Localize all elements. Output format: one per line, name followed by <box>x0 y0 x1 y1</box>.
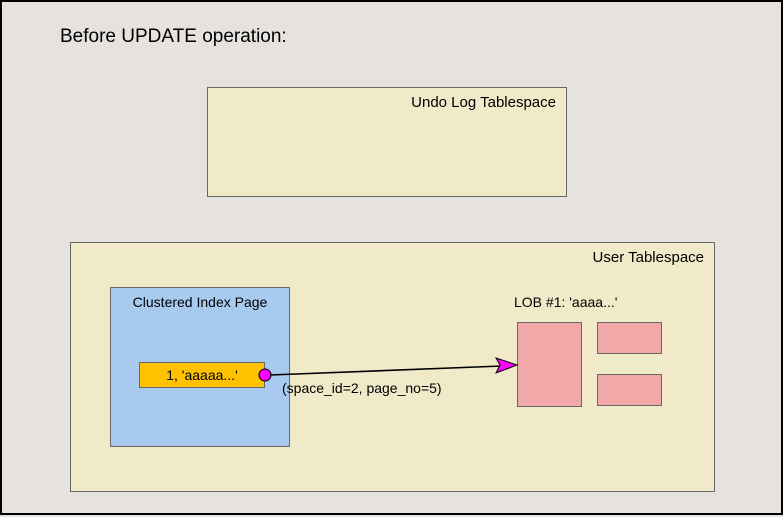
index-row-record: 1, 'aaaaa...' <box>139 362 265 388</box>
lob-label: LOB #1: 'aaaa...' <box>514 294 617 310</box>
user-tablespace-label: User Tablespace <box>593 249 704 266</box>
pointer-label: (space_id=2, page_no=5) <box>282 380 442 396</box>
lob-block-large <box>517 322 582 407</box>
index-row-text: 1, 'aaaaa...' <box>166 367 238 383</box>
clustered-index-page-label: Clustered Index Page <box>111 294 289 310</box>
diagram-canvas: Before UPDATE operation: Undo Log Tables… <box>0 0 783 515</box>
undo-log-tablespace-label: Undo Log Tablespace <box>411 94 556 111</box>
lob-block-small-1 <box>597 322 662 354</box>
lob-block-small-2 <box>597 374 662 406</box>
undo-log-tablespace-box: Undo Log Tablespace <box>207 87 567 197</box>
diagram-title: Before UPDATE operation: <box>60 26 287 48</box>
